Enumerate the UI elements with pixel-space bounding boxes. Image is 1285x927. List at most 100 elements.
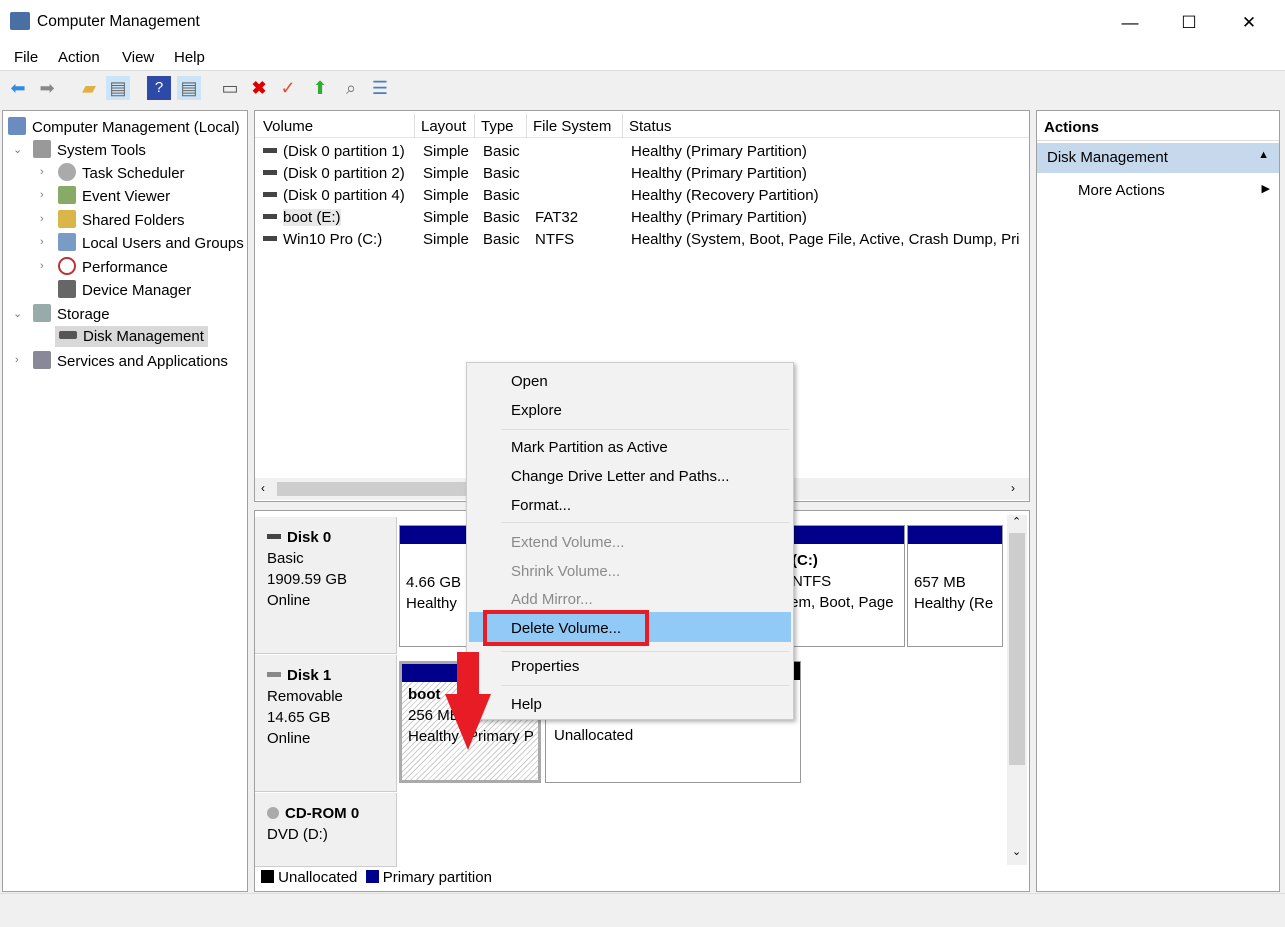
volume-list-header: Volume Layout Type File System Status [255,114,1029,138]
disk-0-info[interactable]: Disk 0 Basic 1909.59 GB Online [255,517,397,654]
column-layout[interactable]: Layout [415,114,475,138]
tree-label: Shared Folders [82,212,185,229]
tree-local-users[interactable]: Local Users and Groups [58,233,244,252]
forward-icon[interactable]: ➡ [35,76,59,100]
volume-icon [263,214,277,219]
back-icon[interactable]: ⬅ [6,76,30,100]
scroll-down-icon[interactable]: ⌄ [1012,845,1021,858]
tree-disk-management[interactable]: Disk Management [55,326,208,347]
chevron-down-icon[interactable]: ⌄ [13,143,22,156]
menu-item-help[interactable]: Help [511,696,542,713]
table-row[interactable]: (Disk 0 partition 1) Simple Basic Healthy (… [259,141,1025,163]
cell-text: Basic [483,187,520,204]
users-icon [58,233,76,251]
tree-event-viewer[interactable]: Event Viewer [58,186,170,205]
computer-icon [8,117,26,135]
volume-icon [263,192,277,197]
settings-icon[interactable]: ☰ [368,76,392,100]
table-cell: Healthy (System, Boot, Page File, Active… [631,231,1019,248]
table-row[interactable]: (Disk 0 partition 2) Simple Basic Healthy (… [259,163,1025,185]
tools-icon [33,140,51,158]
scroll-up-icon[interactable]: ⌃ [1012,515,1021,528]
menu-item-change-drive-letter-and-paths[interactable]: Change Drive Letter and Paths... [511,468,729,485]
chevron-right-icon[interactable]: › [40,166,44,178]
table-row[interactable]: boot (E:) Simple Basic FAT32 Healthy (Primar… [259,207,1025,229]
cell-text: Healthy (Primary Partition) [631,165,807,182]
table-row[interactable]: (Disk 0 partition 4) Simple Basic Healthy (… [259,185,1025,207]
disk-type: Basic [267,550,304,567]
collapse-icon[interactable]: ▲ [1258,149,1269,161]
partition-fs: NTFS [792,573,832,590]
column-volume[interactable]: Volume [257,114,415,138]
chevron-right-icon[interactable]: › [40,213,44,225]
scroll-left-icon[interactable]: ‹ [261,481,265,495]
scroll-right-icon[interactable]: › [1011,481,1015,495]
tree-system-tools[interactable]: System Tools [33,140,146,159]
table-cell: (Disk 0 partition 2) [263,165,405,182]
menu-view[interactable]: View [122,49,154,66]
minimize-button[interactable]: — [1110,8,1150,38]
partition-status: Unallocated [554,727,634,744]
close-button[interactable]: ✕ [1229,8,1269,38]
clock-icon [58,163,76,181]
cell-text: (Disk 0 partition 1) [283,143,405,160]
export-icon[interactable]: ⬆ [308,76,332,100]
chevron-right-icon[interactable]: › [40,260,44,272]
column-type[interactable]: Type [475,114,527,138]
connect-drive-icon[interactable]: ▭ [218,76,242,100]
volume-icon [263,170,277,175]
partition-name: (C:) [792,552,818,569]
partition-size: 657 MB [914,574,966,591]
partition-name: boot [408,686,441,703]
tree-task-scheduler[interactable]: Task Scheduler [58,163,185,182]
chevron-right-icon[interactable]: › [40,189,44,201]
status-bar [0,893,1285,927]
cell-text: Basic [483,143,520,160]
menu-item-format[interactable]: Format... [511,497,571,514]
menu-help[interactable]: Help [174,49,205,66]
tree-label: Event Viewer [82,188,171,205]
menu-item-open[interactable]: Open [511,373,548,390]
column-status[interactable]: Status [623,114,1029,138]
show-hide-tree-icon[interactable]: ▤ [106,76,130,100]
disk-0-partition-recovery[interactable]: 657 MB Healthy (Re [907,525,1003,647]
menu-file[interactable]: File [14,49,38,66]
menu-item-explore[interactable]: Explore [511,402,562,419]
up-folder-icon[interactable]: ▰ [77,76,101,100]
properties-icon[interactable]: ✓ [276,76,300,100]
tree-services[interactable]: Services and Applications [33,351,228,370]
delete-icon[interactable]: ✖ [247,76,271,100]
disk-state: Online [267,730,311,747]
submenu-arrow-icon: ▶ [1261,183,1270,195]
disk-1-info[interactable]: Disk 1 Removable 14.65 GB Online [255,655,397,792]
show-hide-action-icon[interactable]: ▤ [177,76,201,100]
menu-item-mark-partition-as-active[interactable]: Mark Partition as Active [511,439,668,456]
cdrom-0-info[interactable]: CD-ROM 0 DVD (D:) [255,793,397,867]
chevron-right-icon[interactable]: › [40,236,44,248]
cell-text: boot (E:) [283,209,341,226]
disk-name: Disk 1 [287,667,332,684]
tree-root[interactable]: Computer Management (Local) [8,117,240,136]
tree-label: Computer Management (Local) [32,119,240,136]
maximize-button[interactable]: ☐ [1169,8,1209,38]
tree-device-manager[interactable]: Device Manager [58,280,191,299]
table-cell: Healthy (Primary Partition) [631,143,807,160]
context-menu: Open Explore Mark Partition as Active Chang… [466,362,794,720]
menu-item-properties[interactable]: Properties [511,658,579,675]
menu-action[interactable]: Action [58,49,100,66]
tree-shared-folders[interactable]: Shared Folders [58,210,185,229]
tree-label: Storage [57,306,110,323]
search-icon[interactable]: ⌕ [339,76,363,100]
column-file-system[interactable]: File System [527,114,623,138]
tree-performance[interactable]: Performance [58,257,168,276]
actions-disk-management[interactable]: Disk Management ▲ [1037,143,1279,173]
tree-storage[interactable]: Storage [33,304,110,323]
chevron-down-icon[interactable]: ⌄ [13,307,22,320]
more-actions[interactable]: More Actions ▶ [1078,182,1278,199]
help-icon[interactable]: ? [147,76,171,100]
table-row[interactable]: Win10 Pro (C:) Simple Basic NTFS Healthy (Sy… [259,229,1025,251]
scrollbar-thumb[interactable] [1009,533,1025,765]
chevron-right-icon[interactable]: › [15,354,19,366]
vertical-scrollbar[interactable]: ⌃ ⌄ [1007,515,1027,865]
table-cell: Simple [423,143,469,160]
